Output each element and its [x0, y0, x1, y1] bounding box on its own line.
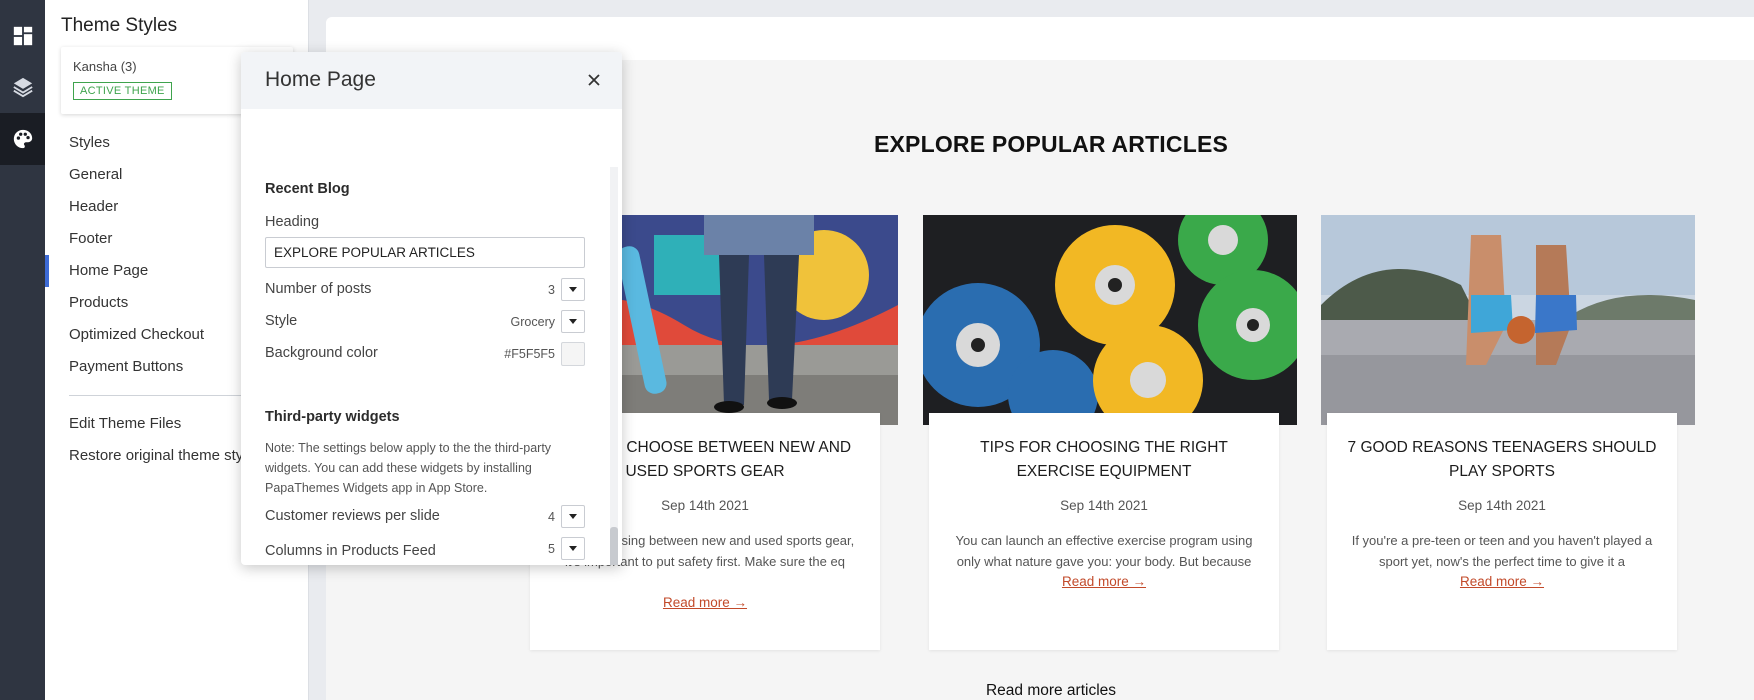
blog-card-title[interactable]: 7 GOOD REASONS TEENAGERS SHOULD PLAY SPO… — [1347, 436, 1657, 484]
editor-scrollbar[interactable] — [610, 167, 618, 565]
blog-card-title[interactable]: TIPS FOR CHOOSING THE RIGHT EXERCISE EQU… — [949, 436, 1259, 484]
number-of-posts-label: Number of posts — [265, 281, 372, 297]
reviews-per-slide-dropdown[interactable] — [561, 505, 585, 528]
blog-card-image-2[interactable] — [923, 215, 1297, 425]
close-icon — [588, 74, 600, 86]
blog-card-date: Sep 14th 2021 — [1458, 498, 1546, 513]
blog-card-3: 7 GOOD REASONS TEENAGERS SHOULD PLAY SPO… — [1327, 413, 1677, 650]
number-of-posts-dropdown[interactable] — [561, 278, 585, 301]
close-button[interactable] — [582, 68, 606, 92]
style-dropdown[interactable] — [561, 310, 585, 333]
blog-card-2: TIPS FOR CHOOSING THE RIGHT EXERCISE EQU… — [929, 413, 1279, 650]
reviews-per-slide-value: 4 — [548, 510, 555, 524]
icon-rail — [0, 0, 45, 700]
heading-input[interactable]: EXPLORE POPULAR ARTICLES — [265, 237, 585, 268]
palette-icon — [13, 129, 32, 149]
editor-header: Home Page — [241, 52, 622, 109]
style-value: Grocery — [510, 315, 555, 329]
products-feed-columns-label: Columns in Products Feed widget — [265, 543, 436, 559]
panel-title: Theme Styles — [61, 15, 178, 36]
third-party-group-title: Third-party widgets — [265, 409, 400, 425]
products-feed-columns-value: 5 — [548, 542, 555, 556]
dashboard-icon — [13, 26, 32, 46]
read-more-articles-link[interactable]: Read more articles — [326, 682, 1754, 700]
read-more-link[interactable]: Read more → — [929, 574, 1279, 589]
background-color-label: Background color — [265, 345, 378, 361]
third-party-note: Note: The settings below apply to the th… — [265, 441, 552, 495]
editor-scroll-thumb[interactable] — [610, 527, 618, 565]
rail-layers-button[interactable] — [0, 61, 45, 113]
products-feed-columns-dropdown[interactable] — [561, 537, 585, 560]
editor-title: Home Page — [265, 68, 376, 91]
blog-card-excerpt: You can launch an effective exercise pro… — [955, 533, 1253, 569]
reviews-per-slide-label: Customer reviews per slide — [265, 508, 440, 524]
read-more-link[interactable]: Read more → — [1327, 574, 1677, 589]
recent-blog-group-title: Recent Blog — [265, 181, 350, 197]
blog-card-image-3[interactable] — [1321, 215, 1695, 425]
theme-name: Kansha (3) — [73, 59, 137, 74]
weight-plates-photo — [923, 215, 1297, 425]
basketball-photo — [1321, 215, 1695, 425]
active-theme-badge: ACTIVE THEME — [73, 82, 172, 100]
editor-body: Recent Blog Heading EXPLORE POPULAR ARTI… — [241, 109, 622, 565]
number-of-posts-value: 3 — [548, 283, 555, 297]
read-more-link[interactable]: Read more → — [530, 595, 880, 610]
style-label: Style — [265, 313, 298, 329]
rail-dashboard-button[interactable] — [0, 10, 45, 62]
blog-card-date: Sep 14th 2021 — [1060, 498, 1148, 513]
home-page-editor: Home Page Recent Blog Heading EXPLORE PO… — [241, 52, 622, 565]
background-color-swatch[interactable] — [561, 342, 585, 366]
rail-palette-button[interactable] — [0, 113, 45, 165]
heading-label: Heading — [265, 214, 320, 230]
layers-icon — [12, 77, 33, 98]
background-color-value: #F5F5F5 — [504, 347, 555, 361]
blog-card-excerpt: If you're a pre-teen or teen and you hav… — [1351, 533, 1653, 569]
